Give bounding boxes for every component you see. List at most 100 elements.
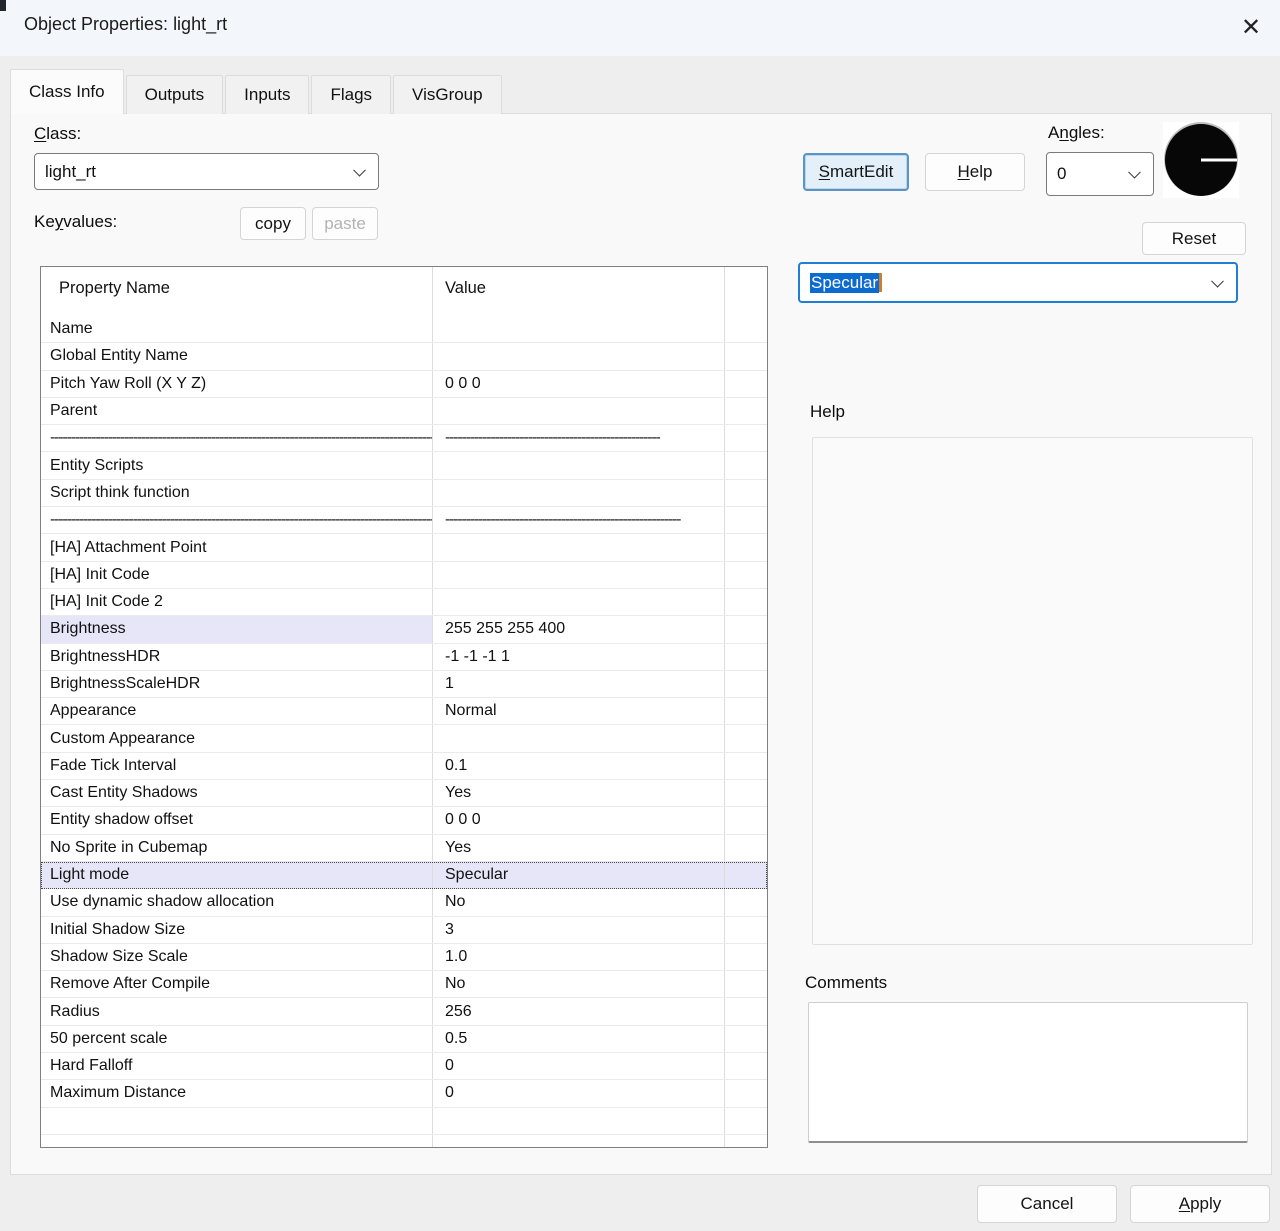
tab-visgroup[interactable]: VisGroup <box>393 75 502 114</box>
property-value-cell <box>433 316 725 342</box>
selected-value-text: Specular <box>810 273 879 293</box>
row-end-cell <box>725 725 767 751</box>
copy-button[interactable]: copy <box>240 207 306 240</box>
table-row[interactable]: BrightnessScaleHDR 1 <box>41 671 767 698</box>
table-row[interactable]: Shadow Size Scale 1.0 <box>41 944 767 971</box>
reset-button[interactable]: Reset <box>1142 222 1246 255</box>
property-value-combobox[interactable]: Specular <box>798 262 1238 303</box>
property-name-cell: No Sprite in Cubemap <box>41 835 433 861</box>
table-row[interactable]: Global Entity Name <box>41 343 767 370</box>
smartedit-button[interactable]: SmartEdit <box>803 153 909 191</box>
property-value-cell: Yes <box>433 835 725 861</box>
property-value-cell <box>433 343 725 369</box>
tab-flags[interactable]: Flags <box>311 75 391 114</box>
table-row[interactable] <box>41 1108 767 1135</box>
property-name-cell: Name <box>41 316 433 342</box>
property-value-cell: 256 <box>433 998 725 1024</box>
tab-inputs[interactable]: Inputs <box>225 75 309 114</box>
property-name-cell: Script think function <box>41 480 433 506</box>
angle-circle-icon <box>1165 124 1237 196</box>
row-end-cell <box>725 698 767 724</box>
angles-value: 0 <box>1057 164 1066 184</box>
table-row[interactable]: BrightnessHDR -1 -1 -1 1 <box>41 644 767 671</box>
property-name-cell: Initial Shadow Size <box>41 917 433 943</box>
keyvalues-label: Keyvalues: <box>34 212 117 232</box>
table-row[interactable]: Light mode Specular <box>41 862 767 889</box>
class-combobox[interactable]: light_rt <box>34 153 379 190</box>
table-row[interactable]: Script think function <box>41 480 767 507</box>
property-name-cell: Maximum Distance <box>41 1080 433 1106</box>
property-value-cell: 255 255 255 400 <box>433 616 725 642</box>
table-row[interactable]: No Sprite in Cubemap Yes <box>41 835 767 862</box>
table-row[interactable]: Initial Shadow Size 3 <box>41 917 767 944</box>
property-table: Property Name Value Name Global Entity N… <box>40 266 768 1148</box>
table-row[interactable]: Custom Appearance <box>41 725 767 752</box>
property-name-cell: Shadow Size Scale <box>41 944 433 970</box>
table-row[interactable]: ----------------------------------------… <box>41 507 767 534</box>
tab-outputs[interactable]: Outputs <box>126 75 224 114</box>
table-row[interactable]: Pitch Yaw Roll (X Y Z) 0 0 0 <box>41 371 767 398</box>
text-caret <box>879 273 882 292</box>
table-row[interactable]: Cast Entity Shadows Yes <box>41 780 767 807</box>
column-header-value: Value <box>433 267 725 316</box>
table-row[interactable]: Fade Tick Interval 0.1 <box>41 753 767 780</box>
table-row[interactable]: [HA] Init Code 2 <box>41 589 767 616</box>
property-name-cell: Global Entity Name <box>41 343 433 369</box>
table-row[interactable]: Remove After Compile No <box>41 971 767 998</box>
table-row[interactable]: [HA] Attachment Point <box>41 534 767 561</box>
table-row[interactable]: ----------------------------------------… <box>41 425 767 452</box>
property-name-cell: Cast Entity Shadows <box>41 780 433 806</box>
comments-textarea[interactable] <box>808 1002 1248 1143</box>
tab-label: VisGroup <box>412 85 483 105</box>
row-end-cell <box>725 780 767 806</box>
column-header-property-name: Property Name <box>41 267 433 316</box>
property-value-cell <box>433 534 725 560</box>
table-row[interactable]: Radius 256 <box>41 998 767 1025</box>
row-end-cell <box>725 671 767 697</box>
property-value-cell <box>433 398 725 424</box>
property-name-cell: Remove After Compile <box>41 971 433 997</box>
table-row[interactable]: Use dynamic shadow allocation No <box>41 889 767 916</box>
property-name-cell: Custom Appearance <box>41 725 433 751</box>
table-row[interactable]: Maximum Distance 0 <box>41 1080 767 1107</box>
tab-label: Class Info <box>29 82 105 102</box>
angle-dial[interactable] <box>1163 122 1239 198</box>
table-row[interactable]: Hard Falloff 0 <box>41 1053 767 1080</box>
table-row[interactable]: Entity shadow offset 0 0 0 <box>41 807 767 834</box>
property-name-cell: Use dynamic shadow allocation <box>41 889 433 915</box>
help-panel-content <box>812 437 1253 945</box>
property-name-cell: [HA] Init Code 2 <box>41 589 433 615</box>
table-row[interactable]: Appearance Normal <box>41 698 767 725</box>
property-value-cell: 1.0 <box>433 944 725 970</box>
property-name-cell: Entity Scripts <box>41 452 433 478</box>
table-row[interactable]: Name <box>41 316 767 343</box>
chevron-down-icon <box>353 163 366 176</box>
table-row[interactable]: Parent <box>41 398 767 425</box>
table-row[interactable]: Entity Scripts <box>41 452 767 479</box>
property-name-cell: Pitch Yaw Roll (X Y Z) <box>41 371 433 397</box>
property-value-cell: No <box>433 971 725 997</box>
row-end-cell <box>725 889 767 915</box>
row-end-cell <box>725 507 767 533</box>
angles-combobox[interactable]: 0 <box>1046 152 1154 196</box>
property-value-cell: Normal <box>433 698 725 724</box>
tab-class-info[interactable]: Class Info <box>10 69 124 114</box>
row-end-cell <box>725 644 767 670</box>
table-row[interactable]: 50 percent scale 0.5 <box>41 1026 767 1053</box>
row-end-cell <box>725 998 767 1024</box>
property-value-cell: 1 <box>433 671 725 697</box>
table-row[interactable]: Brightness 255 255 255 400 <box>41 616 767 643</box>
property-value-cell <box>433 725 725 751</box>
row-end-cell <box>725 562 767 588</box>
table-row[interactable]: [HA] Init Code <box>41 562 767 589</box>
apply-button[interactable]: Apply <box>1130 1185 1270 1223</box>
table-row[interactable] <box>41 1135 767 1148</box>
property-value-cell <box>433 480 725 506</box>
row-end-cell <box>725 917 767 943</box>
property-value-cell <box>433 1135 725 1148</box>
cancel-button[interactable]: Cancel <box>977 1185 1117 1223</box>
close-icon[interactable]: ✕ <box>1234 10 1268 44</box>
comments-label: Comments <box>805 973 887 993</box>
paste-button[interactable]: paste <box>312 207 378 240</box>
help-button[interactable]: Help <box>925 153 1025 191</box>
